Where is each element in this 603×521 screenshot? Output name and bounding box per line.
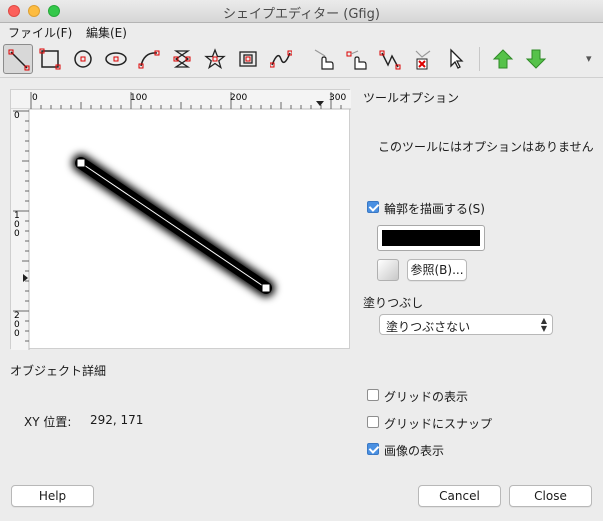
browse-brush-button[interactable]: 参照(B)... xyxy=(407,259,467,281)
fill-type-select[interactable]: 塗りつぶさない ▲ ▼ xyxy=(379,314,553,335)
ellipse-icon xyxy=(105,52,127,66)
fill-type-value: 塗りつぶさない xyxy=(386,320,471,334)
stroke-label[interactable]: 輪郭を描画する(S) xyxy=(384,200,485,217)
xy-position-value: 292, 171 xyxy=(90,413,144,427)
toolbar-separator xyxy=(479,47,480,71)
menu-file[interactable]: ファイル(F) xyxy=(8,24,72,41)
snap-grid-label[interactable]: グリッドにスナップ xyxy=(384,415,492,432)
brush-preview-icon xyxy=(377,259,399,281)
ellipse-tool-button[interactable] xyxy=(101,44,131,74)
window-title: シェイプエディター (Gfig) xyxy=(223,7,380,22)
copy-object-tool-button[interactable] xyxy=(375,44,405,74)
spiral-tool-button[interactable] xyxy=(233,44,263,74)
select-object-tool-button[interactable] xyxy=(441,44,471,74)
polygon-icon xyxy=(173,50,191,68)
h-tick-label-0: 0 xyxy=(32,93,38,103)
help-button[interactable]: Help xyxy=(11,485,94,507)
bezier-tool-button[interactable] xyxy=(266,44,296,74)
tool-options-heading: ツールオプション xyxy=(363,91,460,105)
bezier-icon xyxy=(270,50,292,68)
cancel-button[interactable]: Cancel xyxy=(418,485,501,507)
toolbar-overflow-icon[interactable]: ▾ xyxy=(586,52,592,65)
select-stepper-icon: ▲ ▼ xyxy=(540,316,547,333)
move-point-tool-button[interactable] xyxy=(342,44,372,74)
arrow-pointer-icon xyxy=(450,48,464,69)
stroke-color-swatch xyxy=(382,230,480,246)
show-image-checkbox[interactable] xyxy=(367,443,379,455)
star-tool-button[interactable] xyxy=(200,44,230,74)
line-tool-button[interactable] xyxy=(3,44,33,74)
spiral-icon xyxy=(239,51,257,67)
arc-icon xyxy=(138,50,160,69)
snap-grid-checkbox[interactable] xyxy=(367,416,379,428)
raise-object-button[interactable] xyxy=(488,44,518,74)
stroke-checkbox[interactable] xyxy=(367,201,379,213)
no-options-message: このツールにはオプションはありません xyxy=(378,140,594,154)
show-grid-label[interactable]: グリッドの表示 xyxy=(384,388,468,405)
preview-canvas[interactable]: 0 100 200 300 0 100 200 xyxy=(10,89,351,350)
rectangle-tool-button[interactable] xyxy=(35,44,65,74)
toolbar: ▾ xyxy=(0,41,603,78)
line-end-handle[interactable] xyxy=(261,283,271,293)
drawn-line-path xyxy=(80,162,267,289)
v-tick-label-100: 100 xyxy=(14,211,20,239)
copy-object-icon xyxy=(379,50,401,70)
hand-move-icon xyxy=(314,49,334,70)
up-arrow-icon xyxy=(492,49,514,69)
v-tick-label-200: 200 xyxy=(14,311,20,339)
delete-object-icon xyxy=(415,50,431,70)
lower-object-button[interactable] xyxy=(521,44,551,74)
menu-edit[interactable]: 編集(E) xyxy=(86,24,127,41)
line-icon xyxy=(8,49,30,71)
h-tick-label-200: 200 xyxy=(230,93,247,103)
polygon-tool-button[interactable] xyxy=(167,44,197,74)
hand-point-icon xyxy=(346,50,367,70)
xy-position-label: XY 位置: xyxy=(24,415,72,429)
title-bar: シェイプエディター (Gfig) xyxy=(0,0,603,23)
menu-bar: ファイル(F) 編集(E) xyxy=(0,22,603,40)
circle-tool-button[interactable] xyxy=(68,44,98,74)
line-start-handle[interactable] xyxy=(76,158,86,168)
v-tick-label-0: 0 xyxy=(14,111,20,121)
h-tick-label-300: 300 xyxy=(329,93,346,103)
h-tick-label-100: 100 xyxy=(130,93,147,103)
fill-heading: 塗りつぶし xyxy=(363,296,424,310)
rectangle-icon xyxy=(39,48,61,70)
close-button[interactable]: Close xyxy=(509,485,592,507)
canvas-svg: 0 100 200 300 0 100 200 xyxy=(11,90,351,350)
show-grid-checkbox[interactable] xyxy=(367,389,379,401)
object-details-heading: オブジェクト詳細 xyxy=(10,364,107,378)
show-image-label[interactable]: 画像の表示 xyxy=(384,442,444,459)
circle-icon xyxy=(74,50,92,68)
move-object-tool-button[interactable] xyxy=(309,44,339,74)
stroke-color-button[interactable] xyxy=(377,225,485,251)
arc-tool-button[interactable] xyxy=(134,44,164,74)
star-icon xyxy=(204,48,226,70)
delete-object-tool-button[interactable] xyxy=(408,44,438,74)
down-arrow-icon xyxy=(525,49,547,69)
